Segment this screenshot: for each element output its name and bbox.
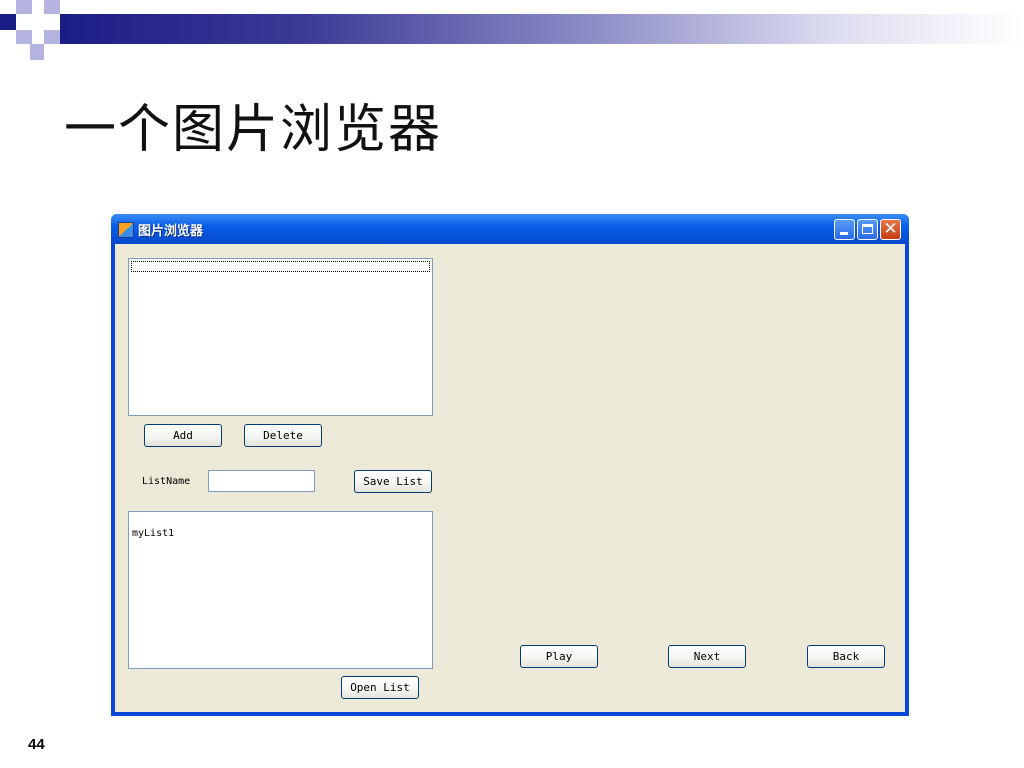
decorative-square bbox=[16, 30, 32, 44]
window-title: 图片浏览器 bbox=[138, 224, 204, 239]
list-item[interactable]: myList1 bbox=[132, 528, 174, 539]
saved-lists-listbox[interactable]: myList1 bbox=[128, 511, 433, 669]
minimize-button[interactable] bbox=[834, 219, 855, 240]
app-icon[interactable] bbox=[118, 222, 134, 238]
add-button[interactable]: Add bbox=[144, 424, 222, 447]
header-gradient-bar bbox=[60, 14, 1024, 44]
decorative-square bbox=[30, 44, 44, 60]
play-button[interactable]: Play bbox=[520, 645, 598, 668]
slide-number: 44 bbox=[28, 736, 45, 753]
listbox-focus-row[interactable] bbox=[131, 261, 430, 272]
close-icon: ✕ bbox=[883, 219, 898, 239]
list-name-input[interactable] bbox=[208, 470, 315, 492]
open-list-button[interactable]: Open List bbox=[341, 676, 419, 699]
list-name-label: ListName bbox=[142, 476, 191, 487]
window-titlebar[interactable]: 图片浏览器 ✕ bbox=[111, 214, 909, 244]
save-list-button[interactable]: Save List bbox=[354, 470, 432, 493]
decorative-square bbox=[44, 0, 60, 14]
window-client-area: Add Delete ListName Save List myList1 Op… bbox=[115, 244, 905, 712]
slide-title: 一个图片浏览器 bbox=[64, 100, 443, 160]
back-button[interactable]: Back bbox=[807, 645, 885, 668]
maximize-icon bbox=[862, 224, 873, 234]
decorative-square bbox=[44, 30, 60, 44]
minimize-icon bbox=[840, 232, 848, 235]
image-listbox[interactable] bbox=[128, 258, 433, 416]
decorative-square bbox=[16, 0, 32, 14]
delete-button[interactable]: Delete bbox=[244, 424, 322, 447]
maximize-button[interactable] bbox=[857, 219, 878, 240]
decorative-square bbox=[0, 14, 16, 30]
app-window: 图片浏览器 ✕ Add Delete ListName Save List my… bbox=[111, 214, 909, 716]
close-button[interactable]: ✕ bbox=[880, 219, 901, 240]
next-button[interactable]: Next bbox=[668, 645, 746, 668]
